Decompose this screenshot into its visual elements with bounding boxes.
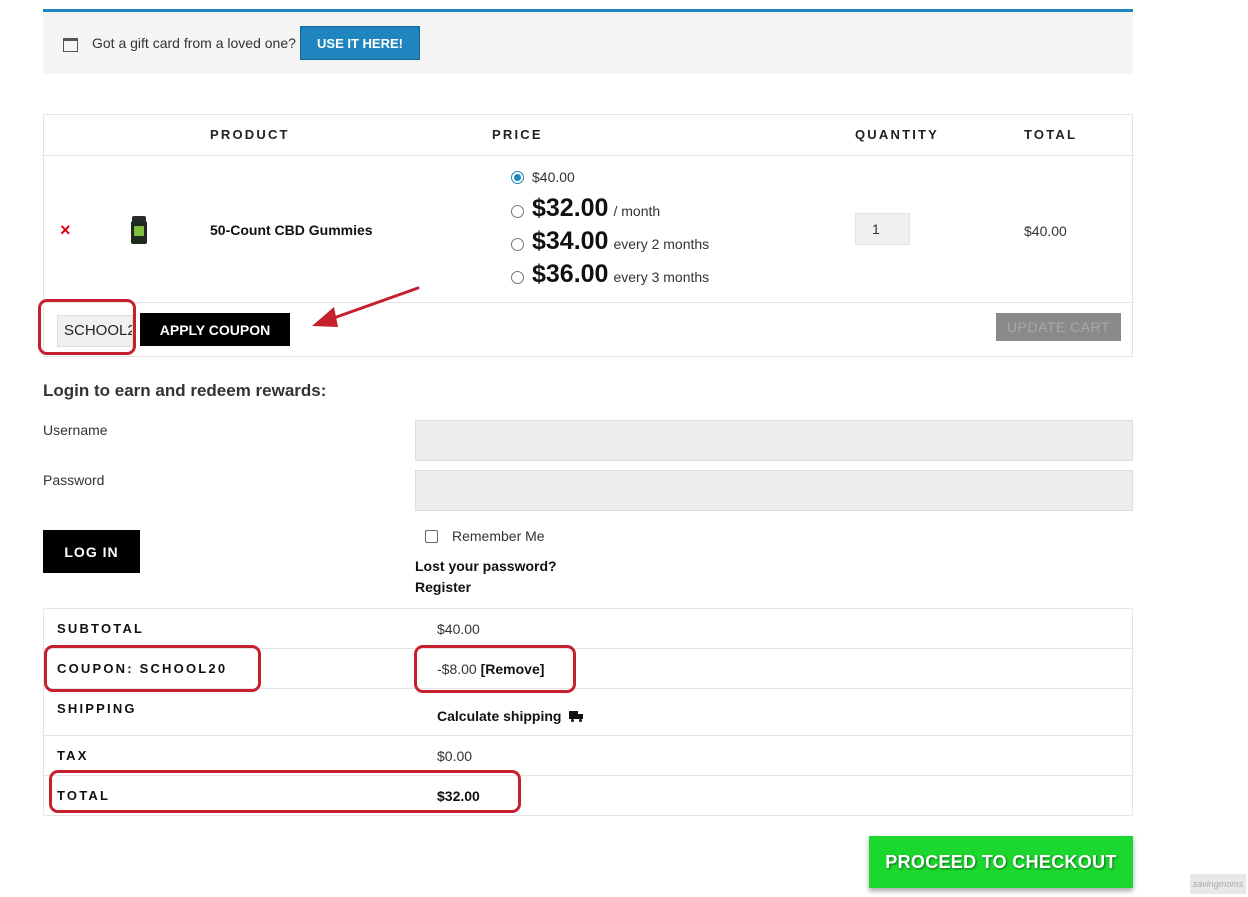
remember-me-label: Remember Me [452,528,545,544]
price-radio-2-months[interactable] [511,238,524,251]
log-in-button[interactable]: LOG IN [43,530,140,573]
total-value: $32.00 [437,788,480,804]
cart-totals: SUBTOTAL $40.00 COUPON: SCHOOL20 -$8.00 … [43,608,1133,816]
price-radio-monthly[interactable] [511,205,524,218]
remember-me: Remember Me [425,528,545,544]
proceed-to-checkout-button[interactable]: PROCEED TO CHECKOUT [869,836,1133,888]
price-option-one-time: $40.00 [511,166,709,188]
username-field[interactable] [415,420,1133,461]
username-label: Username [43,422,108,438]
password-field[interactable] [415,470,1133,511]
cart-actions: SCHOOL20 APPLY COUPON UPDATE CART [44,303,1132,357]
cart-table-header: PRODUCT PRICE QUANTITY TOTAL [44,115,1132,156]
apply-coupon-button[interactable]: APPLY COUPON [140,313,290,346]
totals-row-tax: TAX $0.00 [44,736,1132,776]
price-option-2-months: $34.00 every 2 months [511,221,709,254]
truck-icon [569,711,584,722]
price-option-amount: $36.00 [532,260,609,288]
register-link[interactable]: Register [415,579,471,595]
total-label: TOTAL [57,788,111,803]
price-options: $40.00 $32.00 / month $34.00 every 2 mon… [511,166,709,287]
tax-value: $0.00 [437,748,473,764]
remove-coupon-link[interactable]: [Remove] [481,661,545,677]
subtotal-value: $40.00 [437,621,480,637]
price-option-frequency: / month [613,203,661,219]
column-header-quantity: QUANTITY [855,127,940,142]
quantity-input[interactable]: 1 [855,213,910,245]
price-option-monthly: $32.00 / month [511,188,709,221]
line-item-total: $40.00 [1024,223,1067,239]
login-heading: Login to earn and redeem rewards: [43,381,327,400]
coupon-discount: -$8.00 [Remove] [437,661,544,677]
gift-card-notice: Got a gift card from a loved one? USE IT… [43,9,1133,74]
totals-row-subtotal: SUBTOTAL $40.00 [44,609,1132,649]
price-radio-one-time[interactable] [511,170,524,184]
price-radio-3-months[interactable] [511,271,524,284]
price-option-label: $40.00 [532,169,575,185]
gift-card-icon [63,38,78,52]
column-header-product: PRODUCT [210,127,290,142]
totals-row-coupon: COUPON: SCHOOL20 -$8.00 [Remove] [44,649,1132,689]
totals-row-total: TOTAL $32.00 [44,776,1132,816]
totals-row-shipping: SHIPPING Calculate shipping [44,689,1132,736]
password-label: Password [43,472,105,488]
cart-table: PRODUCT PRICE QUANTITY TOTAL × 50-Count … [43,114,1133,357]
coupon-discount-value: -$8.00 [437,661,477,677]
update-cart-button[interactable]: UPDATE CART [996,313,1121,341]
remove-item-icon[interactable]: × [60,220,71,241]
product-thumbnail[interactable] [131,216,147,244]
remember-me-checkbox[interactable] [425,529,438,543]
subtotal-label: SUBTOTAL [57,621,145,636]
watermark-logo: savingmoms [1190,874,1246,894]
price-option-frequency: every 2 months [613,236,710,252]
use-gift-card-button[interactable]: USE IT HERE! [300,26,420,60]
calculate-shipping-link[interactable]: Calculate shipping [437,708,561,724]
column-header-total: TOTAL [1024,127,1078,142]
coupon-label: COUPON: SCHOOL20 [57,661,228,676]
calculate-shipping[interactable]: Calculate shipping [437,708,584,724]
cart-item-row: × 50-Count CBD Gummies $40.00 $32.00 / m… [44,156,1132,303]
gift-card-text: Got a gift card from a loved one? [92,35,296,51]
shipping-label: SHIPPING [57,701,137,716]
coupon-code-input[interactable]: SCHOOL20 [57,315,133,347]
product-name-link[interactable]: 50-Count CBD Gummies [210,222,373,238]
price-option-amount: $32.00 [532,194,609,222]
price-option-amount: $34.00 [532,227,609,255]
price-option-frequency: every 3 months [613,269,710,285]
price-option-3-months: $36.00 every 3 months [511,254,709,287]
column-header-price: PRICE [492,127,543,142]
lost-password-link[interactable]: Lost your password? [415,558,557,574]
tax-label: TAX [57,748,89,763]
